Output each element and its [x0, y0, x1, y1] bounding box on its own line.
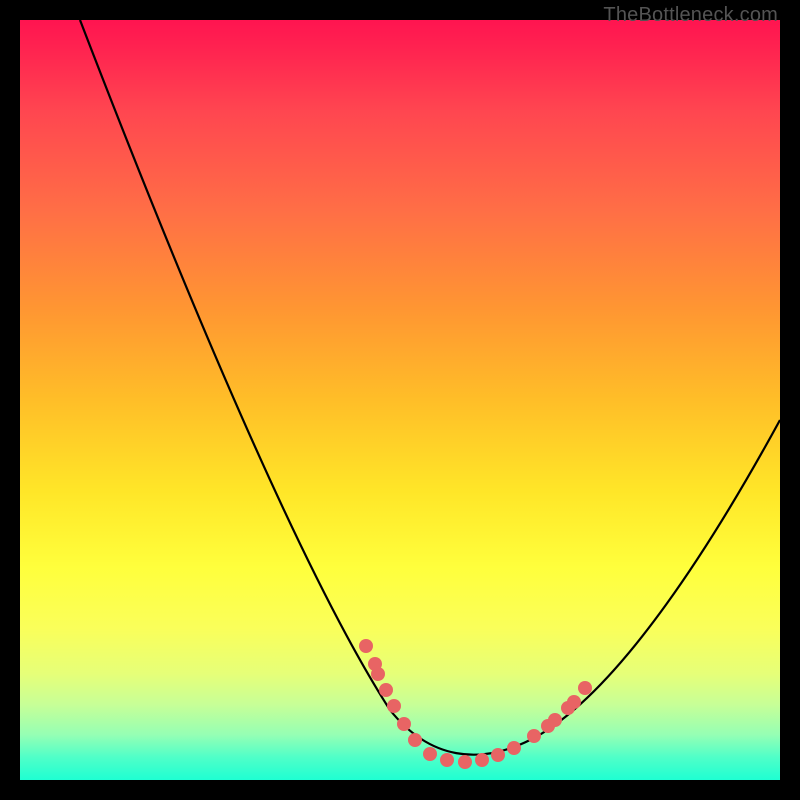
fit-marker-dot	[359, 639, 373, 653]
bottleneck-curve-line	[80, 20, 780, 755]
fit-marker-dot	[387, 699, 401, 713]
bottleneck-chart	[20, 20, 780, 780]
fit-marker-dot	[578, 681, 592, 695]
fit-region-markers	[359, 639, 592, 769]
fit-marker-dot	[458, 755, 472, 769]
fit-marker-dot	[491, 748, 505, 762]
fit-marker-dot	[371, 667, 385, 681]
fit-marker-dot	[423, 747, 437, 761]
fit-marker-dot	[548, 713, 562, 727]
fit-marker-dot	[527, 729, 541, 743]
fit-marker-dot	[475, 753, 489, 767]
fit-marker-dot	[397, 717, 411, 731]
fit-marker-dot	[567, 695, 581, 709]
fit-marker-dot	[440, 753, 454, 767]
fit-marker-dot	[379, 683, 393, 697]
fit-marker-dot	[408, 733, 422, 747]
fit-marker-dot	[507, 741, 521, 755]
